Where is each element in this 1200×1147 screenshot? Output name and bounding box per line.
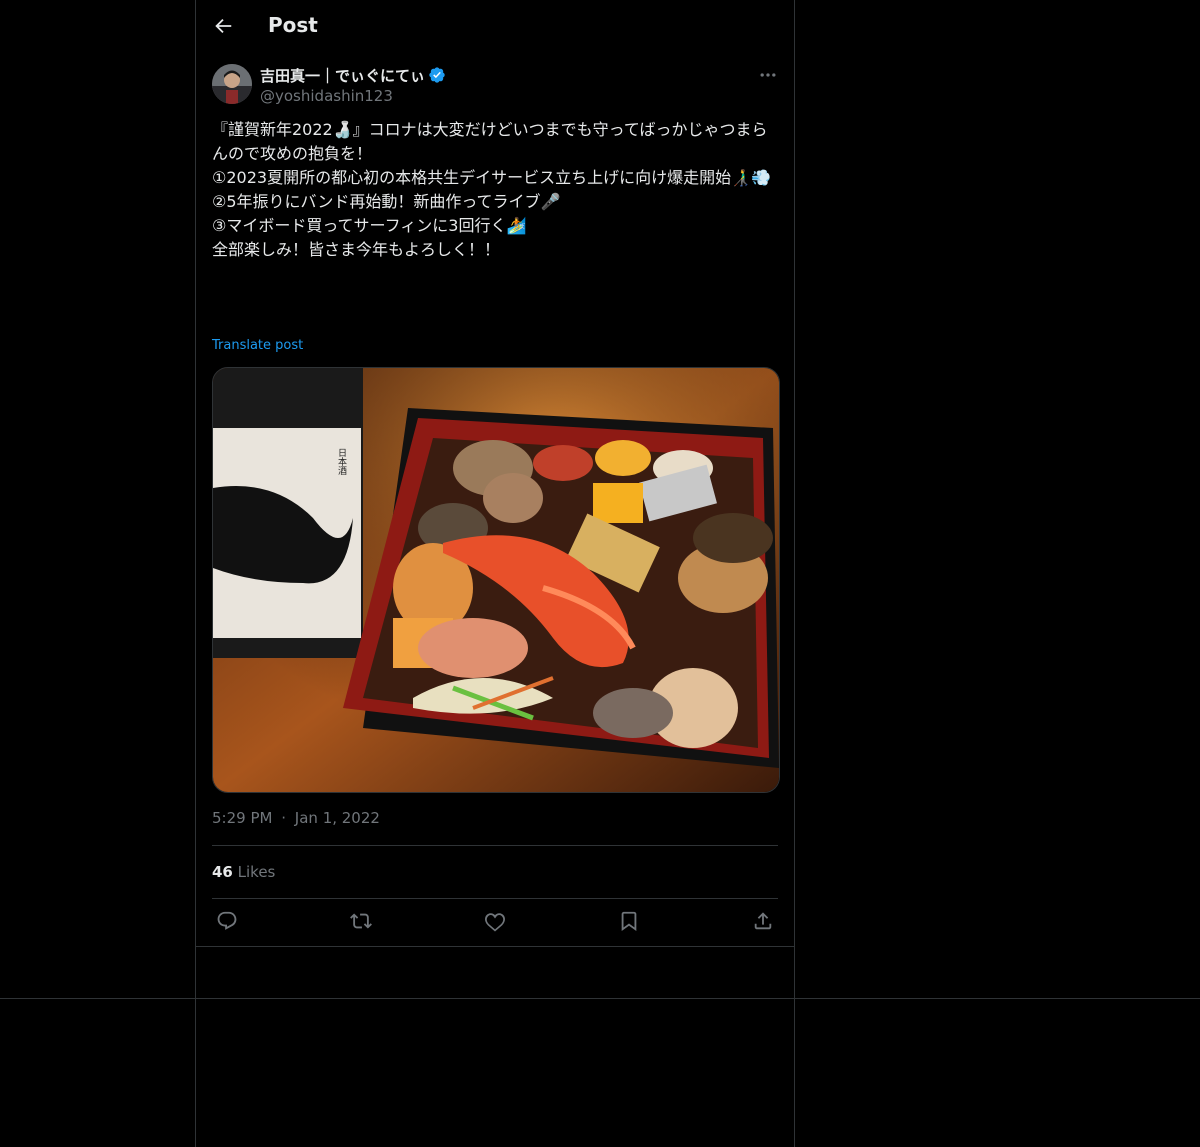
divider [212,845,778,846]
bookmark-icon[interactable] [618,910,642,934]
post-text: 『謹賀新年2022🍶』コロナは大変だけどいつまでも守ってばっかじゃつまらんので攻… [212,118,772,262]
svg-text:日本酒: 日本酒 [336,448,347,476]
divider [196,946,794,947]
back-arrow-icon[interactable] [212,15,234,37]
post-line: ③マイボード買ってサーフィンに3回行く🏄 [212,216,527,235]
author-handle[interactable]: @yoshidashin123 [260,87,393,105]
reply-icon[interactable] [216,910,240,934]
timestamp-separator: · [281,809,287,827]
likes-count: 46 [212,863,233,881]
post-time: 5:29 PM [212,809,273,827]
verified-badge-icon [428,66,446,84]
post-line: 全部楽しみ！皆さま今年もよろしく！！ [212,240,501,259]
main-column: Post 吉田真一｜でぃぐにてぃ @yoshidashin123 『謹賀新年20… [195,0,795,1147]
like-icon[interactable] [484,910,508,934]
post-photo[interactable]: 日本酒 [212,367,780,793]
translate-link[interactable]: Translate post [212,338,303,353]
more-icon[interactable] [758,65,778,85]
post-line: ②5年振りにバンド再始動！新曲作ってライブ🎤 [212,192,561,211]
post-date: Jan 1, 2022 [294,809,380,827]
post-line: 『謹賀新年2022🍶』コロナは大変だけどいつまでも守ってばっかじゃつまらんので攻… [212,120,768,163]
author-name[interactable]: 吉田真一｜でぃぐにてぃ [260,65,425,86]
likes-stat[interactable]: 46 Likes [212,863,275,881]
post-line: ①2023夏開所の都心初の本格共生デイサービス立ち上げに向け爆走開始👨‍🦯💨 [212,168,771,187]
divider [212,898,778,899]
page-title: Post [268,13,318,37]
page-header: Post [196,0,794,53]
likes-label: Likes [237,863,276,881]
repost-icon[interactable] [350,910,374,934]
avatar[interactable] [212,64,252,104]
share-icon[interactable] [752,910,776,934]
post-timestamp[interactable]: 5:29 PM · Jan 1, 2022 [212,809,380,827]
